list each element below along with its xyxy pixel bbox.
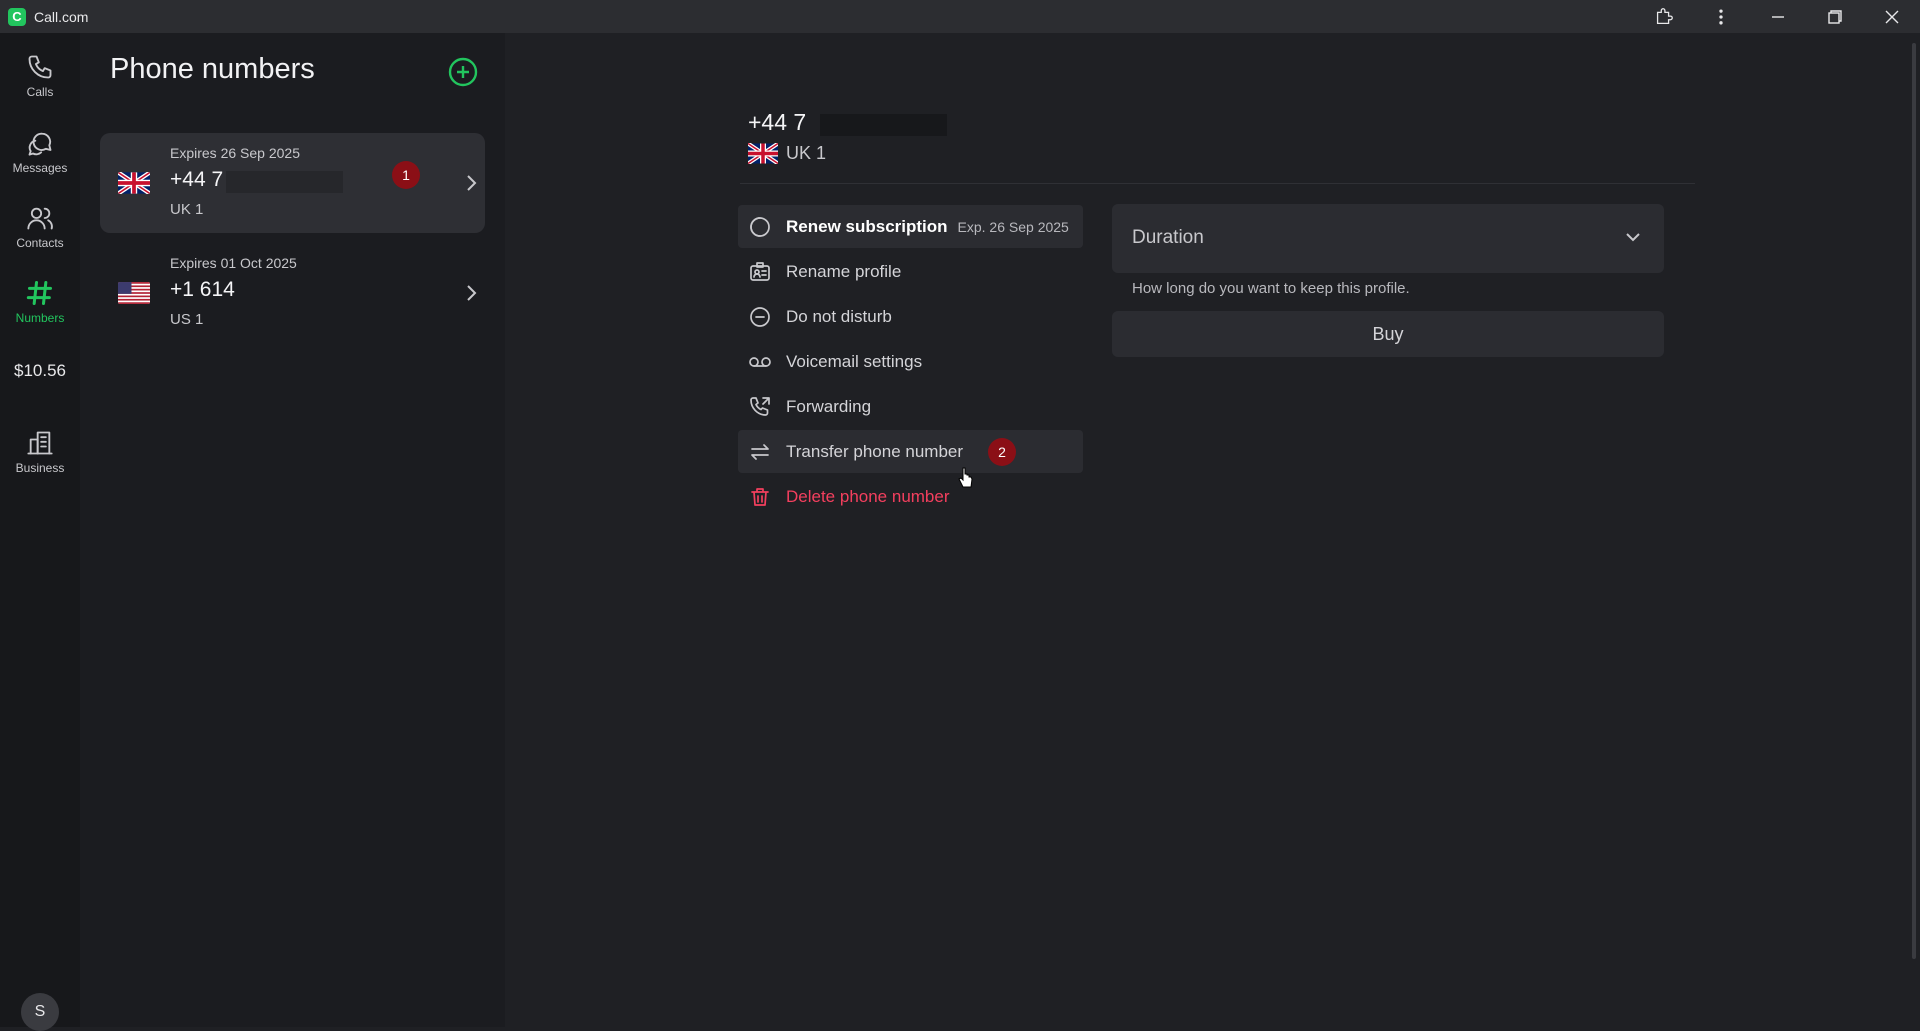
- uk-flag-icon: [748, 143, 778, 164]
- forwarding-button[interactable]: Forwarding: [738, 385, 1083, 428]
- number-label: UK 1: [170, 201, 204, 218]
- chevron-right-icon: [465, 283, 479, 308]
- title-bar: C Call.com: [0, 0, 1920, 33]
- nav-calls-label: Calls: [26, 85, 54, 99]
- nav-contacts-label: Contacts: [16, 236, 64, 250]
- nav-numbers[interactable]: Numbers: [0, 271, 80, 333]
- number-card-uk[interactable]: Expires 26 Sep 2025 +44 7 UK 1 1: [100, 133, 485, 233]
- divider: [740, 183, 1695, 184]
- id-card-icon: [748, 260, 772, 284]
- number-detail-panel: +44 7 UK 1 Renew subscription Exp. 26 Se…: [505, 33, 1920, 1027]
- duration-label: Duration: [1132, 227, 1204, 248]
- window-controls: [1635, 0, 1920, 33]
- dnd-label: Do not disturb: [786, 306, 892, 326]
- chevron-right-icon: [465, 173, 479, 198]
- nav-contacts[interactable]: Contacts: [0, 196, 80, 258]
- app-logo-icon: C: [8, 7, 26, 26]
- phone-icon: [28, 55, 52, 79]
- account-balance[interactable]: $10.56: [0, 361, 80, 381]
- transfer-phone-number-button[interactable]: Transfer phone number 2: [738, 430, 1083, 473]
- extensions-icon[interactable]: [1635, 0, 1692, 33]
- redacted-digits: [820, 114, 947, 136]
- buy-button[interactable]: Buy: [1112, 311, 1664, 357]
- nav-rail: Calls Messages Contacts Numbers $10.56 B…: [0, 33, 80, 1031]
- close-icon[interactable]: [1863, 0, 1920, 33]
- number-expiry: Expires 26 Sep 2025: [170, 145, 300, 161]
- page-title: Phone numbers: [110, 53, 315, 85]
- more-menu-icon[interactable]: [1692, 0, 1749, 33]
- trash-icon: [748, 485, 772, 509]
- number-actions-menu: Renew subscription Exp. 26 Sep 2025 Rena…: [738, 205, 1083, 520]
- rename-label: Rename profile: [786, 261, 902, 281]
- redacted-digits: [226, 171, 343, 193]
- voicemail-settings-button[interactable]: Voicemail settings: [738, 340, 1083, 383]
- delete-phone-number-button[interactable]: Delete phone number: [738, 475, 1083, 518]
- transfer-label: Transfer phone number: [786, 441, 964, 461]
- voicemail-label: Voicemail settings: [786, 351, 923, 371]
- nav-business[interactable]: Business: [0, 421, 80, 483]
- uk-flag-icon: [118, 172, 150, 194]
- renew-icon: [748, 215, 772, 239]
- nav-messages-label: Messages: [12, 161, 68, 175]
- minimize-icon[interactable]: [1749, 0, 1806, 33]
- do-not-disturb-button[interactable]: Do not disturb: [738, 295, 1083, 338]
- renew-label: Renew subscription: [786, 216, 948, 236]
- scrollbar[interactable]: [1912, 43, 1916, 959]
- nav-numbers-label: Numbers: [15, 311, 65, 325]
- duration-help-text: How long do you want to keep this profil…: [1132, 280, 1410, 297]
- minus-circle-icon: [748, 305, 772, 329]
- plus-circle-icon: [448, 57, 478, 87]
- annotation-badge: 1: [392, 161, 420, 189]
- number-value: +1 614: [170, 278, 235, 301]
- number-value: +44 7: [170, 168, 224, 191]
- duration-select[interactable]: Duration: [1112, 204, 1664, 273]
- number-card-us[interactable]: Expires 01 Oct 2025 +1 614 US 1: [100, 243, 485, 343]
- nav-business-label: Business: [15, 461, 65, 475]
- rename-profile-button[interactable]: Rename profile: [738, 250, 1083, 293]
- numbers-list-panel: Phone numbers Expires 26 Sep 2025 +44 7 …: [80, 33, 505, 1027]
- renew-expiry: Exp. 26 Sep 2025: [957, 218, 1069, 235]
- delete-label: Delete phone number: [786, 486, 950, 506]
- detail-label: UK 1: [786, 143, 827, 163]
- nav-calls[interactable]: Calls: [0, 45, 80, 107]
- add-number-button[interactable]: [447, 56, 479, 88]
- mouse-cursor-icon: [957, 466, 975, 495]
- detail-number: +44 7: [748, 109, 807, 135]
- renew-subscription-button[interactable]: Renew subscription Exp. 26 Sep 2025: [738, 205, 1083, 248]
- building-icon: [27, 431, 53, 455]
- avatar[interactable]: S: [21, 993, 59, 1031]
- hash-icon: [26, 280, 53, 306]
- transfer-arrows-icon: [748, 440, 772, 464]
- forwarding-label: Forwarding: [786, 396, 872, 416]
- us-flag-icon: [118, 282, 150, 304]
- restore-icon[interactable]: [1806, 0, 1863, 33]
- annotation-badge: 2: [988, 438, 1016, 466]
- chat-bubbles-icon: [28, 132, 52, 156]
- voicemail-icon: [748, 350, 772, 374]
- users-icon: [27, 207, 53, 230]
- number-label: US 1: [170, 311, 204, 328]
- window-title: Call.com: [34, 8, 89, 25]
- chevron-down-icon: [1624, 228, 1642, 251]
- nav-messages[interactable]: Messages: [0, 121, 80, 183]
- number-expiry: Expires 01 Oct 2025: [170, 255, 297, 271]
- phone-forward-icon: [748, 395, 772, 419]
